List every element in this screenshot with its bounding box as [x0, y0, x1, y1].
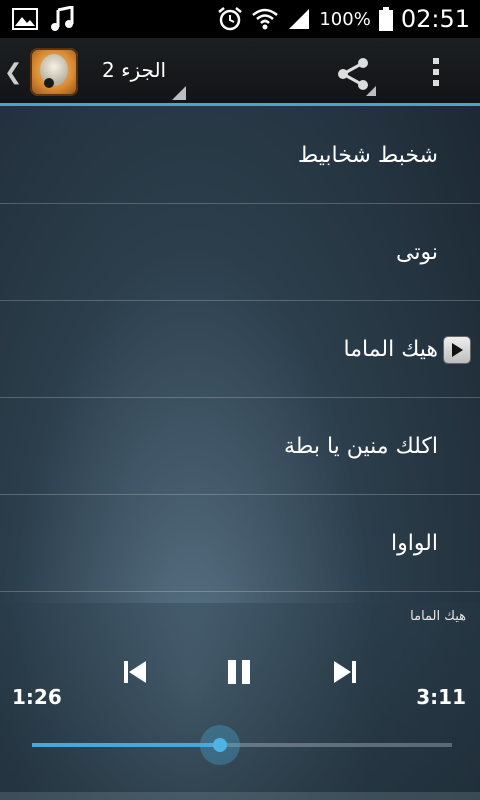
song-title: اكلك منين يا بطة: [284, 434, 438, 459]
bottom-strip: [0, 792, 480, 800]
list-item[interactable]: نوتى: [0, 204, 480, 301]
now-playing-title: هيك الماما: [410, 609, 466, 624]
player-panel: هيك الماما 1:26 3:11: [0, 603, 480, 800]
next-icon[interactable]: [328, 655, 362, 689]
overflow-menu-icon[interactable]: [430, 58, 442, 92]
dropdown-indicator-icon[interactable]: [172, 86, 186, 100]
battery-icon: [378, 7, 393, 31]
battery-percent: 100%: [319, 8, 371, 30]
song-title: شخبط شخابيط: [297, 143, 438, 168]
seek-bar[interactable]: [32, 725, 452, 765]
list-item[interactable]: الواوا: [0, 495, 480, 592]
section-title[interactable]: الجزء 2: [102, 58, 166, 82]
total-time: 3:11: [416, 685, 466, 709]
music-note-icon: [51, 6, 74, 31]
previous-icon[interactable]: [118, 655, 152, 689]
list-item[interactable]: اكلك منين يا بطة: [0, 398, 480, 495]
signal-icon: [289, 9, 310, 29]
status-bar: 100% 02:51: [0, 0, 480, 38]
back-chevron-icon[interactable]: ❮: [4, 60, 22, 85]
seek-thumb[interactable]: [199, 725, 240, 765]
clock: 02:51: [400, 5, 470, 33]
song-title: هيك الماما: [343, 337, 439, 362]
share-dropdown-indicator-icon[interactable]: [366, 86, 376, 96]
list-item[interactable]: هيك الماما: [0, 301, 480, 398]
pause-icon[interactable]: [222, 655, 256, 689]
song-title: الواوا: [390, 531, 438, 556]
song-list: شخبط شخابيط نوتى هيك الماما اكلك منين يا…: [0, 107, 480, 592]
wifi-icon: [252, 8, 279, 30]
alarm-icon: [218, 7, 243, 31]
app-logo[interactable]: [30, 48, 78, 96]
now-playing-icon: [444, 337, 470, 363]
image-icon: [12, 8, 38, 30]
action-bar: ❮ الجزء 2: [0, 38, 480, 106]
elapsed-time: 1:26: [12, 685, 62, 709]
list-item[interactable]: شخبط شخابيط: [0, 107, 480, 204]
song-title: نوتى: [396, 240, 438, 265]
seek-progress: [32, 743, 220, 747]
